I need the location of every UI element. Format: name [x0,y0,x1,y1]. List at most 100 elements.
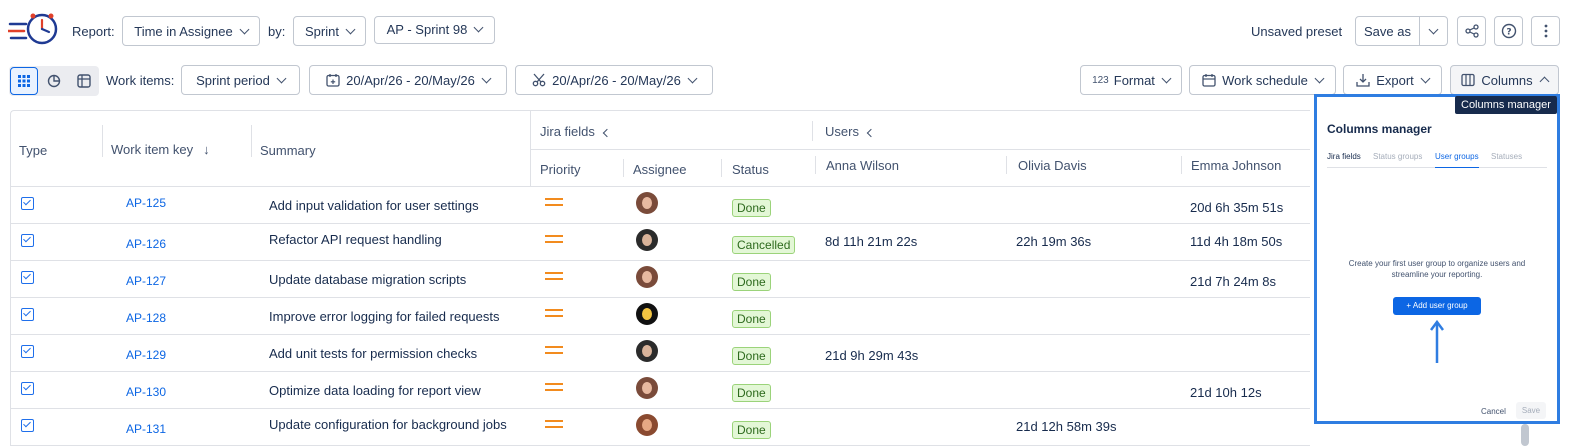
pivot-view-button[interactable] [74,71,94,91]
work-item-key-link[interactable]: AP-129 [126,348,166,362]
empty-state-text-line1: Create your first user group to organize… [1348,259,1526,268]
chevron-down-icon [481,73,492,83]
vertical-scrollbar[interactable] [1521,424,1529,446]
table-row[interactable]: AP-130 Optimize data loading for report v… [11,372,1310,409]
summary-text: Refactor API request handling [269,232,442,247]
work-item-key-link[interactable]: AP-127 [126,274,166,288]
work-item-key-link[interactable]: AP-128 [126,311,166,325]
status-badge: Done [732,384,771,402]
chart-view-button[interactable] [44,71,64,91]
priority-medium-icon [545,420,563,428]
chevron-down-icon [1161,73,1172,83]
work-items-dropdown[interactable]: Sprint period [181,65,300,95]
chevron-down-icon [687,73,698,83]
cut-range-picker[interactable]: 20/Apr/26 - 20/May/26 [515,65,713,95]
work-item-key-link[interactable]: AP-126 [126,237,166,251]
tab-user-groups[interactable]: User groups [1435,152,1479,168]
chevron-up-icon [1539,76,1550,87]
save-button[interactable]: Save [1516,402,1546,419]
type-checkbox-icon [21,419,34,432]
assignee-avatar [636,192,658,214]
type-checkbox-icon [21,308,34,321]
work-item-key-link[interactable]: AP-125 [126,196,166,210]
group-by-dropdown[interactable]: Sprint [293,16,366,46]
date-range-picker[interactable]: 20/Apr/26 - 20/May/26 [309,65,507,95]
column-divider [251,125,252,157]
sprint-dropdown[interactable]: AP - Sprint 98 [374,16,495,44]
priority-medium-icon [545,272,563,280]
priority-medium-icon [545,346,563,354]
key-header-label: Work item key [111,142,194,157]
report-type-dropdown[interactable]: Time in Assignee [122,16,260,46]
app-logo [6,10,64,48]
scissors-icon [532,73,546,87]
export-dropdown[interactable]: Export [1343,65,1442,95]
work-items-value: Sprint period [196,72,270,88]
tab-jira-fields[interactable]: Jira fields [1327,152,1361,161]
format-label: Format [1113,72,1155,88]
time-anna-wilson: 8d 11h 21m 22s [825,234,918,249]
time-olivia-davis: 21d 12h 58m 39s [1016,419,1117,434]
panel-title: Columns manager [1327,122,1432,136]
number-format-icon: 123 [1092,74,1109,86]
assignee-avatar [636,414,658,436]
summary-text: Update database migration scripts [269,272,467,287]
group-header-jira-fields[interactable]: Jira fields [540,124,612,139]
time-emma-johnson: 21d 10h 12s [1190,385,1262,400]
group-header-users[interactable]: Users [825,124,876,139]
group-by-value: Sprint [305,23,339,39]
table-row[interactable]: AP-131 Update configuration for backgroun… [11,409,1310,446]
chevron-down-icon [1420,73,1431,83]
table-row[interactable]: AP-129 Add unit tests for permission chec… [11,335,1310,372]
type-checkbox-icon [21,234,34,247]
help-button[interactable]: ? [1494,16,1523,46]
status-badge: Cancelled [732,236,796,254]
save-options-button[interactable] [1419,16,1448,46]
work-item-key-link[interactable]: AP-131 [126,422,166,436]
arrow-up-icon [1430,319,1444,363]
table-row[interactable]: AP-126 Refactor API request handling Cance… [11,224,1310,261]
export-label: Export [1376,72,1414,88]
column-header-assignee[interactable]: Assignee [633,162,686,177]
cancel-button[interactable]: Cancel [1481,407,1506,416]
users-label: Users [825,124,859,139]
work-item-key-link[interactable]: AP-130 [126,385,166,399]
work-schedule-dropdown[interactable]: Work schedule [1189,65,1336,95]
save-as-button[interactable]: Save as [1355,16,1420,46]
column-header-type[interactable]: Type [19,143,47,158]
time-emma-johnson: 11d 4h 18m 50s [1190,234,1283,249]
column-header-emma-johnson[interactable]: Emma Johnson [1191,158,1281,173]
work-items-label: Work items: [106,73,175,88]
chevron-down-icon [1428,24,1439,34]
column-header-olivia-davis[interactable]: Olivia Davis [1018,158,1087,173]
date-range-value: 20/Apr/26 - 20/May/26 [346,72,475,88]
tab-statuses[interactable]: Statuses [1491,152,1522,161]
by-label: by: [268,24,286,39]
format-dropdown[interactable]: 123 Format [1080,65,1182,95]
column-divider [815,156,816,174]
columns-manager-panel: Columns manager Jira fields Status group… [1314,94,1560,424]
column-header-priority[interactable]: Priority [540,162,580,177]
more-options-button[interactable] [1531,16,1560,46]
share-button[interactable] [1457,16,1486,46]
type-checkbox-icon [21,271,34,284]
column-header-key[interactable]: Work item key ↓ [111,142,210,157]
table-row[interactable]: AP-125 Add input validation for user sett… [11,187,1310,224]
column-header-anna-wilson[interactable]: Anna Wilson [826,158,899,173]
summary-text: Improve error logging for failed request… [269,309,500,324]
table-view-button[interactable] [10,67,38,95]
table-row[interactable]: AP-128 Improve error logging for failed r… [11,298,1310,335]
column-divider [1181,156,1182,174]
assignee-avatar [636,303,658,325]
summary-text: Update configuration for background jobs [269,417,507,432]
columns-label: Columns [1481,72,1533,88]
tab-status-groups[interactable]: Status groups [1373,152,1422,161]
chevron-down-icon [345,24,356,34]
column-header-status[interactable]: Status [732,162,769,177]
table-row[interactable]: AP-127 Update database migration scripts D… [11,261,1310,298]
column-header-summary[interactable]: Summary [260,143,316,158]
columns-button[interactable]: Columns [1450,65,1559,95]
time-olivia-davis: 22h 19m 36s [1016,234,1092,249]
add-user-group-button[interactable]: + Add user group [1393,297,1481,315]
columns-manager-tooltip: Columns manager [1455,96,1557,114]
